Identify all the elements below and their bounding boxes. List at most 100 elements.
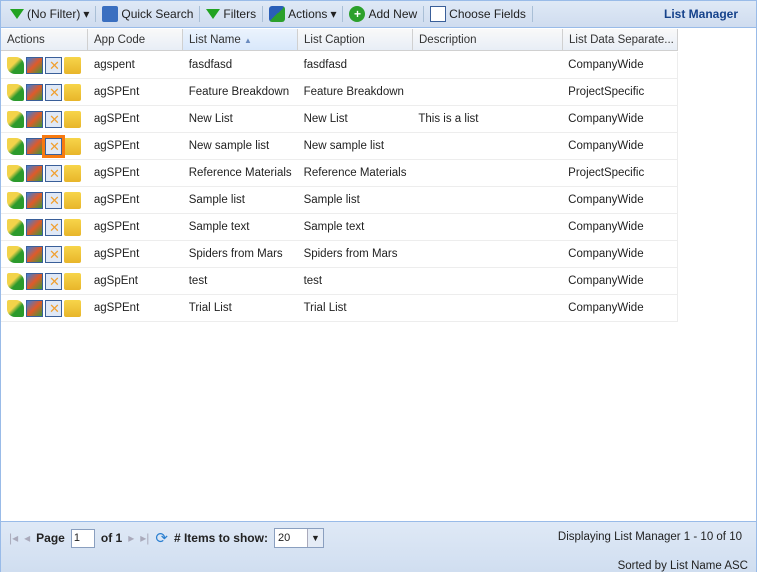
add-new-button[interactable]: + Add New [345, 6, 421, 22]
tools-icon[interactable] [45, 164, 62, 182]
table-row[interactable]: agSPEnt New List New List This is a list… [1, 106, 678, 133]
table-row[interactable]: agSPEnt New sample list New sample list … [1, 133, 678, 160]
checklist-icon [430, 6, 447, 22]
tools-icon[interactable] [45, 83, 62, 101]
row-actions [1, 272, 88, 290]
view-icon[interactable] [26, 191, 43, 209]
list-caption: Sample text [303, 221, 365, 233]
list-data-separation: ProjectSpecific [568, 167, 645, 179]
col-list-name[interactable]: List Name ▲ [183, 29, 298, 50]
folder-icon[interactable] [64, 56, 81, 74]
col-actions[interactable]: Actions [1, 29, 88, 50]
col-app-code[interactable]: App Code [88, 29, 183, 50]
edit-icon[interactable] [7, 110, 24, 128]
folder-icon[interactable] [64, 110, 81, 128]
tools-icon[interactable] [45, 110, 62, 128]
page-input[interactable]: 1 [70, 528, 95, 548]
view-icon[interactable] [26, 56, 43, 74]
list-name: New sample list [188, 140, 270, 152]
add-icon: + [349, 6, 366, 22]
tools-icon[interactable] [45, 299, 62, 317]
folder-icon[interactable] [64, 137, 81, 155]
description: This is a list [418, 113, 479, 125]
grid-body: agspent fasdfasd fasdfasd CompanyWide ag… [1, 52, 678, 322]
quick-search-button[interactable]: Quick Search [98, 6, 197, 22]
app-code: agSPEnt [93, 113, 140, 125]
col-description[interactable]: Description [413, 29, 563, 50]
prev-page-icon[interactable]: ◂ [24, 531, 30, 545]
edit-icon[interactable] [7, 56, 24, 74]
refresh-icon[interactable]: ⟳ [155, 529, 168, 547]
sort-asc-icon: ▲ [243, 36, 252, 45]
list-name: Sample list [188, 194, 245, 206]
page-title: List Manager [663, 7, 738, 21]
grid-header: Actions App Code List Name ▲ List Captio… [1, 29, 678, 51]
table-row[interactable]: agSPEnt Spiders from Mars Spiders from M… [1, 241, 678, 268]
row-actions [1, 191, 88, 209]
app-code: agSPEnt [93, 194, 140, 206]
folder-icon[interactable] [64, 164, 81, 182]
row-actions [1, 56, 88, 74]
list-caption: Feature Breakdown [303, 86, 404, 98]
actions-dropdown[interactable]: Actions ▾ [265, 6, 340, 22]
view-icon[interactable] [26, 137, 43, 155]
app-code: agSpEnt [93, 275, 138, 287]
list-caption: Reference Materials [303, 167, 407, 179]
list-data-separation: CompanyWide [568, 302, 644, 314]
edit-icon[interactable] [7, 245, 24, 263]
edit-icon[interactable] [7, 191, 24, 209]
list-caption: Spiders from Mars [303, 248, 398, 260]
next-page-icon[interactable]: ▸ [128, 531, 134, 545]
chevron-down-icon: ▼ [306, 529, 323, 547]
tools-icon[interactable] [45, 272, 62, 290]
list-caption: New sample list [303, 140, 385, 152]
sort-info: Sorted by List Name ASC [617, 560, 748, 572]
tools-icon[interactable] [45, 56, 62, 74]
table-row[interactable]: agSPEnt Feature Breakdown Feature Breakd… [1, 79, 678, 106]
folder-icon[interactable] [64, 218, 81, 236]
row-actions [1, 299, 88, 317]
list-data-separation: CompanyWide [568, 140, 644, 152]
view-icon[interactable] [26, 110, 43, 128]
folder-icon[interactable] [64, 83, 81, 101]
table-row[interactable]: agSpEnt test test CompanyWide [1, 268, 678, 295]
folder-icon[interactable] [64, 272, 81, 290]
last-page-icon[interactable]: ▸| [140, 531, 149, 545]
table-row[interactable]: agSPEnt Trial List Trial List CompanyWid… [1, 295, 678, 322]
folder-icon[interactable] [64, 245, 81, 263]
tools-icon[interactable] [45, 218, 62, 236]
view-icon[interactable] [26, 245, 43, 263]
col-list-caption[interactable]: List Caption [298, 29, 413, 50]
tools-icon[interactable] [45, 245, 62, 263]
filter-dropdown[interactable]: (No Filter) ▾ [6, 7, 93, 21]
view-icon[interactable] [26, 218, 43, 236]
edit-icon[interactable] [7, 218, 24, 236]
view-icon[interactable] [26, 83, 43, 101]
list-name: Spiders from Mars [188, 248, 283, 260]
edit-icon[interactable] [7, 137, 24, 155]
filters-button[interactable]: Filters [202, 7, 260, 21]
list-name: Sample text [188, 221, 250, 233]
view-icon[interactable] [26, 164, 43, 182]
choose-fields-button[interactable]: Choose Fields [426, 6, 530, 22]
list-data-separation: CompanyWide [568, 194, 644, 206]
view-icon[interactable] [26, 272, 43, 290]
col-list-data-separation[interactable]: List Data Separate... [563, 29, 678, 50]
app-code: agSPEnt [93, 248, 140, 260]
edit-icon[interactable] [7, 299, 24, 317]
items-to-show-select[interactable]: 20 ▼ [273, 528, 324, 548]
folder-icon[interactable] [64, 299, 81, 317]
first-page-icon[interactable]: |◂ [9, 531, 18, 545]
edit-icon[interactable] [7, 164, 24, 182]
folder-icon[interactable] [64, 191, 81, 209]
edit-icon[interactable] [7, 272, 24, 290]
table-row[interactable]: agSPEnt Reference Materials Reference Ma… [1, 160, 678, 187]
tools-icon[interactable] [42, 134, 65, 158]
edit-icon[interactable] [7, 83, 24, 101]
view-icon[interactable] [26, 299, 43, 317]
tools-icon[interactable] [45, 191, 62, 209]
table-row[interactable]: agSPEnt Sample text Sample text CompanyW… [1, 214, 678, 241]
table-row[interactable]: agSPEnt Sample list Sample list CompanyW… [1, 187, 678, 214]
list-data-separation: CompanyWide [568, 275, 644, 287]
table-row[interactable]: agspent fasdfasd fasdfasd CompanyWide [1, 52, 678, 79]
